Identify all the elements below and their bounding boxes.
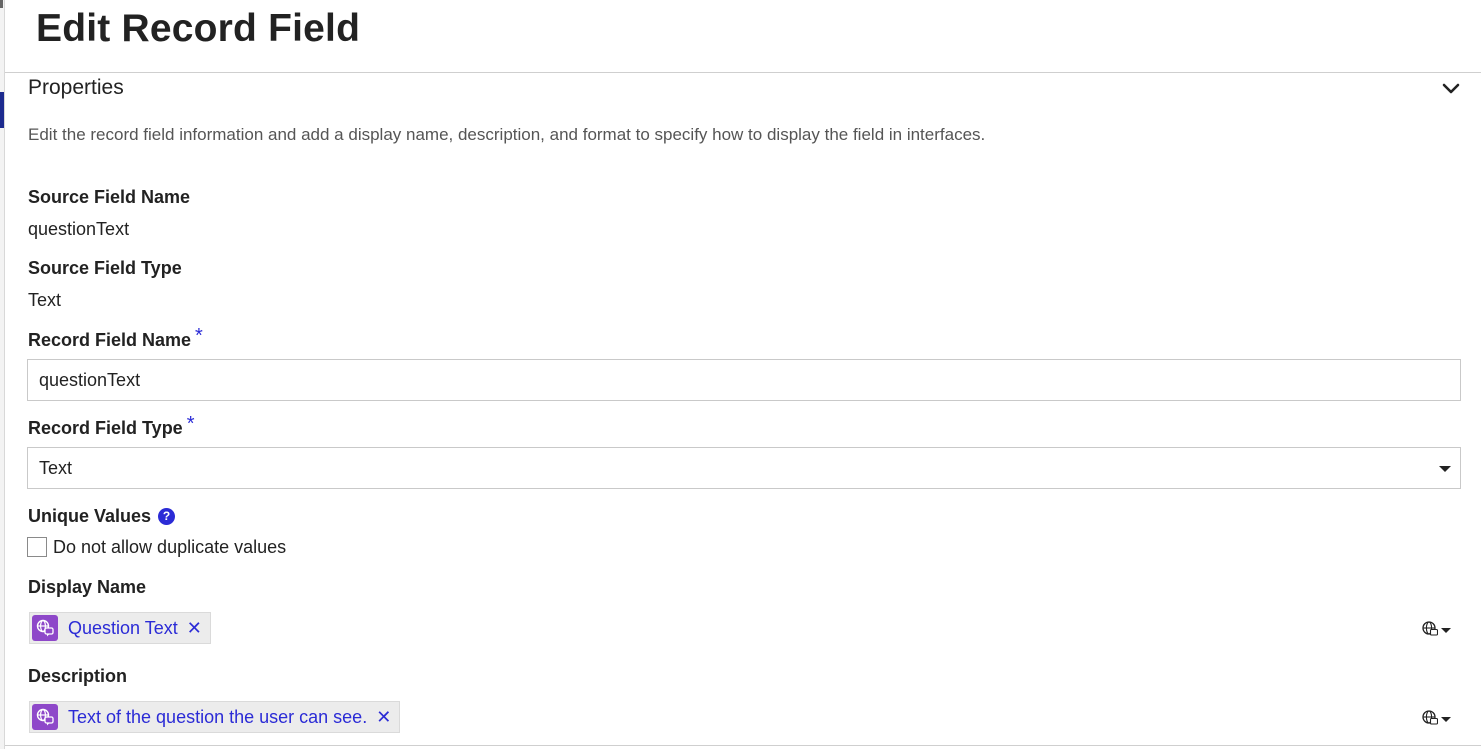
close-icon[interactable]: ✕ xyxy=(376,708,391,726)
dialog-title: Edit Record Field xyxy=(36,7,361,50)
record-field-type-dropdown[interactable]: Text xyxy=(27,447,1461,489)
display-name-locale-button[interactable] xyxy=(1422,619,1458,639)
description-locale-button[interactable] xyxy=(1422,708,1458,728)
unique-values-checkbox-label[interactable]: Do not allow duplicate values xyxy=(53,537,286,558)
unique-values-checkbox[interactable] xyxy=(27,537,47,557)
source-field-type-value: Text xyxy=(28,290,62,310)
globe-icon xyxy=(1422,710,1438,725)
record-field-name-input[interactable] xyxy=(27,359,1461,401)
translation-icon xyxy=(32,704,58,730)
display-name-token-text: Question Text xyxy=(68,617,178,638)
chevron-down-icon[interactable] xyxy=(1440,80,1462,98)
close-icon[interactable]: ✕ xyxy=(187,619,202,637)
source-field-type-label: Source Field Type xyxy=(28,258,182,278)
record-field-type-selected: Text xyxy=(39,458,73,478)
description-token[interactable]: Text of the question the user can see. ✕ xyxy=(29,701,401,733)
record-field-type-label: Record Field Type * xyxy=(28,413,195,440)
footer-divider xyxy=(5,745,1481,746)
header-divider xyxy=(5,72,1481,73)
description-token-text: Text of the question the user can see. xyxy=(68,706,368,727)
section-title-properties: Properties xyxy=(28,76,124,99)
description-label: Description xyxy=(28,666,128,686)
record-field-type-label-text: Record Field Type xyxy=(28,418,183,438)
record-field-name-label: Record Field Name * xyxy=(28,325,203,352)
caret-down-icon xyxy=(1441,717,1451,722)
caret-down-icon xyxy=(1439,466,1451,472)
caret-down-icon xyxy=(1441,628,1451,633)
display-name-label: Display Name xyxy=(28,577,147,597)
translation-icon xyxy=(32,615,58,641)
required-asterisk: * xyxy=(186,413,195,435)
record-field-name-label-text: Record Field Name xyxy=(28,330,192,350)
background-edge-mark xyxy=(0,0,3,8)
source-field-name-value: questionText xyxy=(28,219,130,239)
unique-values-label: Unique Values xyxy=(28,506,152,526)
globe-icon xyxy=(1422,621,1438,636)
required-asterisk: * xyxy=(195,325,203,347)
source-field-name-label: Source Field Name xyxy=(28,187,191,207)
display-name-token[interactable]: Question Text ✕ xyxy=(29,612,211,644)
background-nav-accent xyxy=(0,92,4,128)
section-description: Edit the record field information and ad… xyxy=(28,125,986,144)
question-circle-icon[interactable]: ? xyxy=(158,508,175,525)
